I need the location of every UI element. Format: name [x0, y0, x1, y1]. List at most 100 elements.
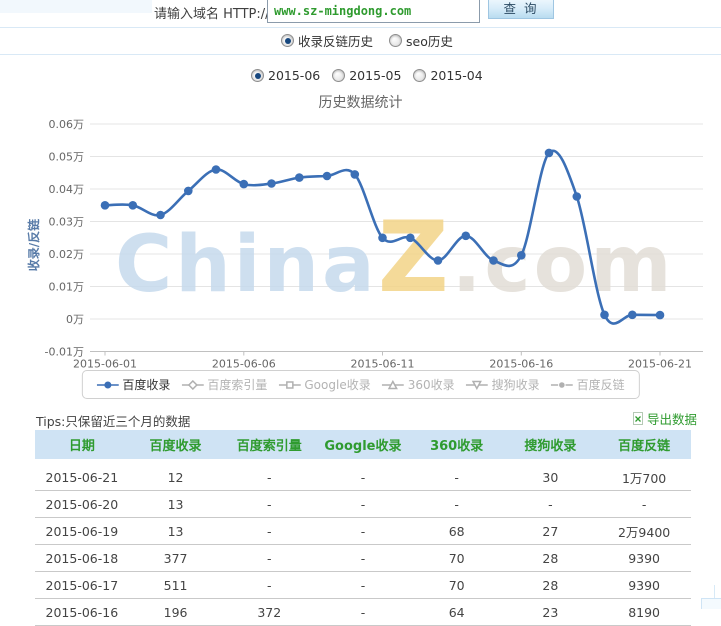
floating-widget-corner	[701, 598, 721, 609]
table-cell: -	[316, 491, 410, 518]
y-axis-title: 收录/反链	[26, 218, 41, 271]
legend-item-Google收录[interactable]: Google收录	[278, 376, 370, 393]
table-row: 2015-06-17511--70289390	[35, 572, 691, 599]
table-cell: -	[222, 572, 316, 599]
data-point-2015-06-17[interactable]	[545, 149, 554, 158]
data-point-2015-06-10[interactable]	[351, 170, 360, 179]
table-cell: 2015-06-19	[35, 518, 129, 545]
x-tick-label: 2015-06-01	[73, 358, 137, 371]
x-tick-label: 2015-06-21	[628, 358, 692, 371]
table-cell: 9390	[597, 545, 691, 572]
y-tick-label: 0.04万	[49, 183, 85, 196]
legend-item-百度收录[interactable]: 百度收录	[96, 376, 170, 393]
data-point-2015-06-09[interactable]	[323, 172, 332, 181]
table-cell: -	[597, 491, 691, 518]
table-cell: 13	[129, 491, 223, 518]
legend-item-百度索引量[interactable]: 百度索引量	[181, 376, 267, 393]
table-row: 2015-06-2013-----	[35, 491, 691, 518]
data-point-2015-06-19[interactable]	[600, 311, 609, 320]
legend-label: Google收录	[304, 376, 370, 393]
table-body: 2015-06-2112---301万7002015-06-2013-----2…	[35, 462, 691, 626]
data-point-2015-06-16[interactable]	[517, 251, 526, 260]
table-cell: 2015-06-20	[35, 491, 129, 518]
table-cell: -	[504, 491, 598, 518]
table-cell: 70	[410, 545, 504, 572]
data-point-2015-06-08[interactable]	[295, 173, 304, 182]
table-row: 2015-06-1913--68272万9400	[35, 518, 691, 545]
legend-label: 360收录	[408, 376, 455, 393]
table-header: 日期百度收录百度索引量Google收录360收录搜狗收录百度反链	[35, 430, 691, 462]
history-chart: 0.06万0.05万0.04万0.03万0.02万0.01万0万-0.01万Ch…	[0, 0, 721, 405]
y-tick-label: 0.06万	[49, 118, 85, 131]
data-point-2015-06-02[interactable]	[129, 201, 138, 210]
table-cell: 23	[504, 599, 598, 626]
table-cell: 2015-06-16	[35, 599, 129, 626]
table-cell: 13	[129, 518, 223, 545]
table-cell: 9390	[597, 572, 691, 599]
table-cell: 68	[410, 518, 504, 545]
table-cell: -	[222, 491, 316, 518]
column-header: 百度反链	[597, 430, 691, 462]
data-point-2015-06-18[interactable]	[573, 192, 582, 201]
table-cell: 27	[504, 518, 598, 545]
legend-label: 百度收录	[122, 376, 170, 393]
legend-item-搜狗收录[interactable]: 搜狗收录	[466, 376, 540, 393]
table-row: 2015-06-2112---301万700	[35, 462, 691, 491]
chart-legend: 百度收录百度索引量 Google收录 360收录 搜狗收录 百度反链	[81, 370, 639, 399]
data-point-2015-06-14[interactable]	[462, 232, 471, 241]
table-cell: -	[316, 545, 410, 572]
data-point-2015-06-06[interactable]	[240, 180, 249, 189]
y-tick-label: 0.03万	[49, 216, 85, 229]
table-cell: 196	[129, 599, 223, 626]
table-cell: 30	[504, 462, 598, 491]
table-cell: 12	[129, 462, 223, 491]
table-cell: 372	[222, 599, 316, 626]
table-header-row: 日期百度收录百度索引量Google收录360收录搜狗收录百度反链	[35, 430, 691, 462]
column-header: 百度索引量	[222, 430, 316, 462]
legend-marker-triangle-up-icon	[382, 380, 404, 390]
table-cell: 70	[410, 572, 504, 599]
x-tick-label: 2015-06-16	[489, 358, 553, 371]
column-header: 日期	[35, 430, 129, 462]
data-point-2015-06-20[interactable]	[628, 311, 637, 320]
table-cell: 64	[410, 599, 504, 626]
export-data-link[interactable]: 导出数据	[632, 409, 697, 428]
table-cell: -	[316, 572, 410, 599]
column-header: 360收录	[410, 430, 504, 462]
table-cell: -	[316, 462, 410, 491]
table-cell: 28	[504, 545, 598, 572]
x-tick-label: 2015-06-06	[212, 358, 276, 371]
data-point-2015-06-15[interactable]	[489, 256, 498, 265]
table-cell: -	[222, 545, 316, 572]
data-point-2015-06-05[interactable]	[212, 165, 221, 174]
table-cell: -	[410, 462, 504, 491]
data-point-2015-06-07[interactable]	[267, 179, 276, 188]
data-point-2015-06-04[interactable]	[184, 187, 193, 196]
legend-item-360收录[interactable]: 360收录	[382, 376, 455, 393]
data-point-2015-06-21[interactable]	[656, 311, 665, 320]
y-tick-label: 0.01万	[49, 281, 85, 294]
export-excel-icon	[632, 412, 645, 425]
data-point-2015-06-12[interactable]	[406, 234, 415, 243]
data-point-2015-06-03[interactable]	[156, 211, 165, 220]
table-row: 2015-06-18377--70289390	[35, 545, 691, 572]
legend-item-百度反链[interactable]: 百度反链	[551, 376, 625, 393]
table-cell: 2万9400	[597, 518, 691, 545]
data-point-2015-06-13[interactable]	[434, 256, 443, 265]
data-point-2015-06-01[interactable]	[101, 201, 110, 210]
legend-label: 搜狗收录	[492, 376, 540, 393]
data-point-2015-06-11[interactable]	[378, 234, 387, 243]
column-header: 百度收录	[129, 430, 223, 462]
legend-label: 百度反链	[577, 376, 625, 393]
tips-text: Tips:只保留近三个月的数据	[36, 411, 190, 430]
table-cell: 377	[129, 545, 223, 572]
table-cell: 28	[504, 572, 598, 599]
table-cell: -	[222, 518, 316, 545]
table-cell: -	[316, 599, 410, 626]
y-tick-label: 0.05万	[49, 151, 85, 164]
table-cell: 2015-06-17	[35, 572, 129, 599]
table-cell: 2015-06-21	[35, 462, 129, 491]
table-cell: -	[316, 518, 410, 545]
y-tick-label: 0万	[66, 313, 84, 326]
table-cell: 2015-06-18	[35, 545, 129, 572]
